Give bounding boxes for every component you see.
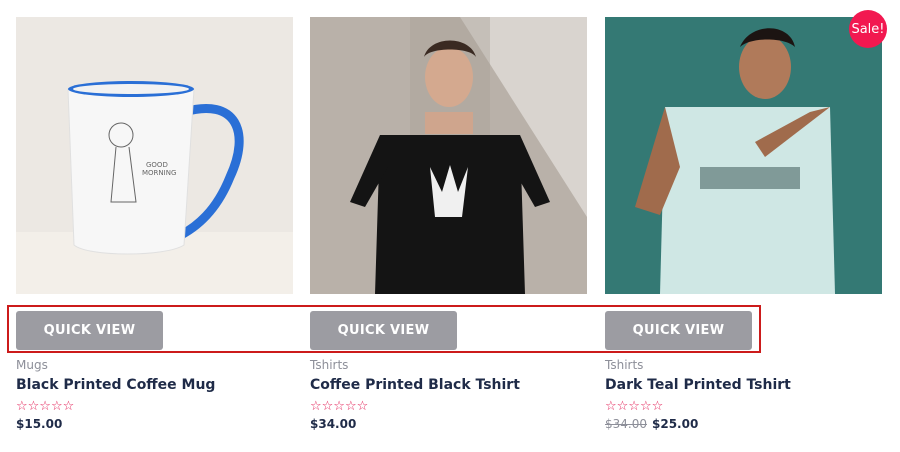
product-price: $34.00 $25.00 (605, 417, 698, 431)
product-card: GOOD MORNING QUICK VIEW Mugs Black Print… (16, 17, 293, 431)
quick-view-highlight (7, 305, 761, 353)
product-category[interactable]: Mugs (16, 358, 48, 372)
product-card: Sale! QUICK VIEW Tshirts Dark Teal Print… (605, 10, 887, 431)
rating-stars: ☆☆☆☆☆ (16, 399, 75, 414)
mug-image: GOOD MORNING (16, 17, 293, 294)
current-price: $34.00 (310, 417, 357, 431)
sale-badge: Sale! (849, 10, 887, 48)
rating-stars: ☆☆☆☆☆ (605, 399, 664, 414)
teal-tshirt-photo (605, 17, 882, 294)
product-price: $34.00 (310, 417, 356, 431)
product-title[interactable]: Coffee Printed Black Tshirt (310, 377, 520, 393)
product-image[interactable]: GOOD MORNING (16, 17, 293, 294)
original-price: $34.00 (605, 417, 647, 431)
current-price: $15.00 (16, 417, 63, 431)
svg-text:GOOD: GOOD (146, 161, 168, 169)
product-title[interactable]: Dark Teal Printed Tshirt (605, 377, 791, 393)
product-image[interactable] (310, 17, 587, 294)
sale-price: $25.00 (652, 417, 699, 431)
product-image[interactable] (605, 17, 882, 294)
product-card: QUICK VIEW Tshirts Coffee Printed Black … (310, 17, 587, 431)
product-category[interactable]: Tshirts (310, 358, 348, 372)
tshirt-photo (310, 17, 587, 294)
product-category[interactable]: Tshirts (605, 358, 643, 372)
product-title[interactable]: Black Printed Coffee Mug (16, 377, 215, 393)
svg-text:MORNING: MORNING (142, 169, 176, 177)
product-price: $15.00 (16, 417, 62, 431)
rating-stars: ☆☆☆☆☆ (310, 399, 369, 414)
